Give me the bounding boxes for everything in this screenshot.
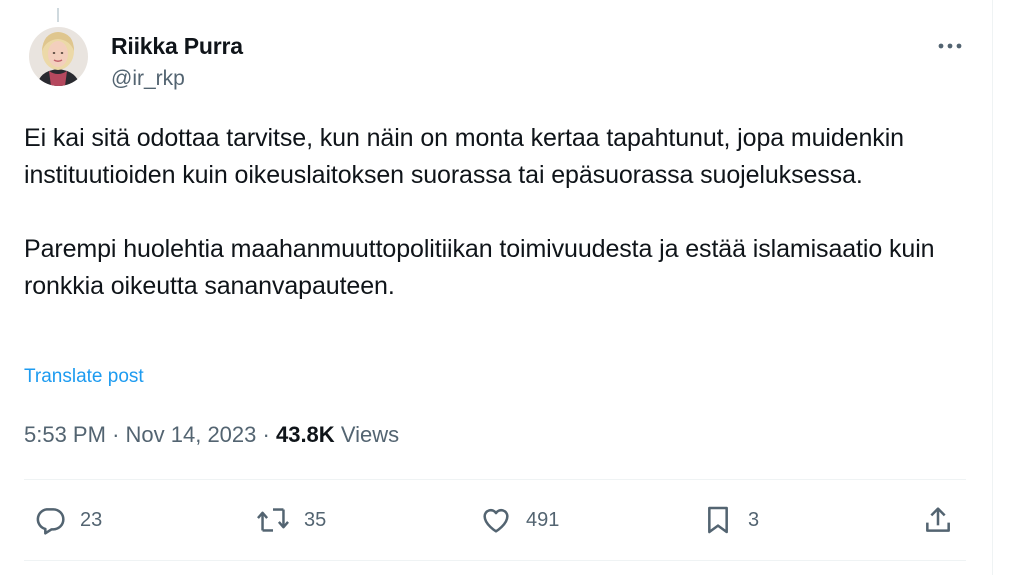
- author-handle[interactable]: @ir_rkp: [111, 67, 185, 91]
- more-button[interactable]: [930, 30, 970, 62]
- repost-count: 35: [304, 508, 327, 531]
- divider-top: [24, 479, 966, 480]
- meta-separator: ·: [262, 422, 270, 447]
- tweet-card: Riikka Purra @ir_rkp Ei kai sitä odottaa…: [0, 0, 1024, 575]
- repost-icon: [257, 508, 289, 532]
- meta-separator: ·: [112, 422, 120, 447]
- tweet-text: Ei kai sitä odottaa tarvitse, kun näin o…: [24, 120, 974, 305]
- author-name[interactable]: Riikka Purra: [111, 33, 243, 60]
- repost-button[interactable]: 35: [256, 500, 326, 540]
- divider-bottom: [24, 560, 966, 561]
- views-count[interactable]: 43.8K: [276, 422, 335, 447]
- reply-bubble-icon: [36, 508, 65, 535]
- bookmark-count: 3: [748, 508, 760, 531]
- avatar[interactable]: [29, 27, 88, 86]
- like-button[interactable]: 491: [480, 500, 559, 540]
- views-label: Views: [340, 422, 400, 447]
- tweet-paragraph: Ei kai sitä odottaa tarvitse, kun näin o…: [24, 124, 904, 189]
- share-upload-icon: [926, 507, 950, 532]
- tweet-paragraph: Parempi huolehtia maahanmuuttopolitiikan…: [24, 235, 935, 300]
- thread-connector-line: [57, 8, 59, 22]
- heart-icon: [483, 508, 509, 533]
- share-button[interactable]: [922, 500, 954, 540]
- timeline-border: [992, 0, 993, 575]
- tweet-date[interactable]: Nov 14, 2023: [126, 422, 257, 447]
- reply-count: 23: [80, 508, 103, 531]
- bookmark-button[interactable]: 3: [702, 500, 759, 540]
- reply-button[interactable]: 23: [34, 500, 102, 540]
- like-count: 491: [526, 508, 560, 531]
- bookmark-icon: [708, 506, 728, 534]
- translate-post-link[interactable]: Translate post: [24, 366, 144, 388]
- more-horizontal-icon: [938, 43, 962, 49]
- tweet-time[interactable]: 5:53 PM: [24, 422, 106, 447]
- tweet-metadata: 5:53 PM · Nov 14, 2023 · 43.8K Views: [24, 422, 399, 448]
